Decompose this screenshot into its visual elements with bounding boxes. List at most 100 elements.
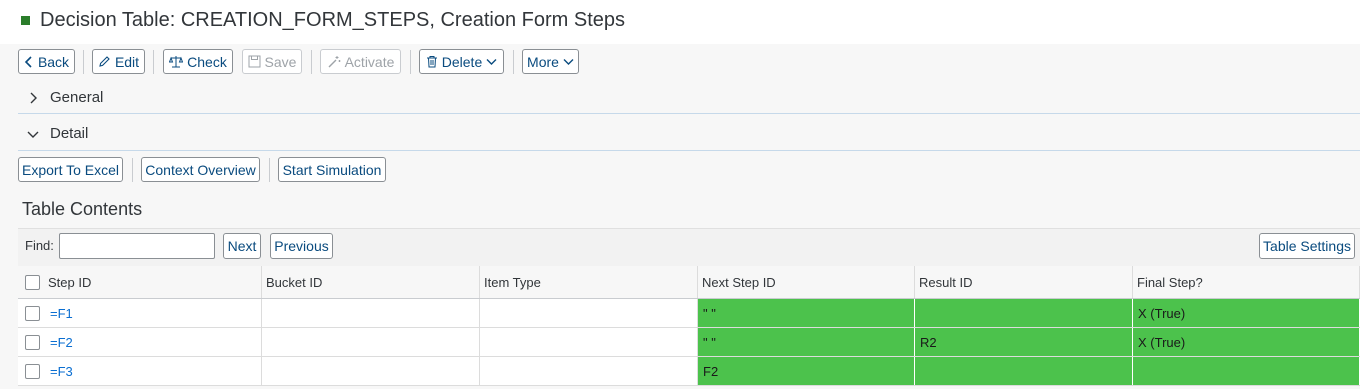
chevron-down-icon (486, 58, 497, 65)
next-button[interactable]: Next (223, 233, 261, 259)
table-cell[interactable]: =F2 (18, 328, 262, 356)
status-marker-icon (21, 16, 30, 25)
column-header[interactable]: Item Type (480, 266, 698, 298)
table-settings-label: Table Settings (1263, 238, 1351, 254)
step-id-link[interactable]: =F3 (50, 364, 73, 379)
chevron-down-icon (27, 131, 39, 138)
check-button[interactable]: Check (163, 49, 233, 74)
row-select-checkbox[interactable] (25, 334, 40, 350)
table-cell[interactable] (480, 328, 698, 356)
select-all-checkbox[interactable] (25, 274, 40, 290)
step-id-link[interactable]: =F1 (50, 306, 73, 321)
export-label: Export To Excel (22, 161, 120, 178)
edit-label: Edit (114, 53, 140, 70)
divider (18, 150, 1360, 151)
column-header-label: Result ID (919, 274, 973, 290)
edit-button[interactable]: Edit (92, 49, 145, 74)
magic-wand-icon (328, 55, 341, 67)
toolbar-separator (513, 50, 514, 74)
column-header[interactable]: Bucket ID (262, 266, 480, 298)
back-label: Back (37, 53, 70, 70)
cell-value: X (True) (1138, 305, 1186, 321)
column-header[interactable]: Next Step ID (698, 266, 915, 298)
cell-value: " " (703, 305, 716, 321)
table-title: Table Contents (22, 199, 143, 219)
section-detail-label: Detail (50, 125, 89, 142)
table-cell[interactable]: R2 (915, 328, 1133, 356)
table-cell[interactable]: =F3 (18, 357, 262, 385)
decision-table: Step ID Bucket ID Item Type Next Step ID Res… (18, 266, 1360, 389)
table-cell[interactable] (1133, 357, 1360, 385)
table-header-row: Step ID Bucket ID Item Type Next Step ID Res… (18, 266, 1360, 299)
cell-value: X (True) (1138, 334, 1186, 350)
column-header[interactable]: Step ID (18, 266, 262, 298)
find-label: Find: (25, 238, 54, 253)
table-cell[interactable]: " " (698, 299, 915, 327)
column-header[interactable]: Final Step? (1133, 266, 1360, 298)
context-label: Context Overview (145, 161, 256, 178)
previous-button[interactable]: Previous (270, 233, 333, 259)
table-cell[interactable] (915, 299, 1133, 327)
toolbar-separator (153, 50, 154, 74)
table-cell[interactable]: X (True) (1133, 328, 1360, 356)
cell-value: R2 (920, 334, 937, 350)
back-button[interactable]: Back (18, 49, 75, 74)
save-button[interactable]: Save (242, 49, 302, 74)
table-cell[interactable] (262, 299, 480, 327)
table-row[interactable]: =F1 " " X (True) (18, 299, 1360, 328)
table-row[interactable]: =F3 F2 (18, 357, 1360, 386)
column-header-label: Item Type (484, 274, 541, 290)
trash-icon (426, 56, 437, 68)
table-cell[interactable]: =F1 (18, 299, 262, 327)
cell-value: " " (703, 334, 716, 350)
toolbar-separator (410, 50, 411, 74)
table-toolbar (18, 228, 1360, 266)
chevron-left-icon (24, 55, 32, 68)
row-select-checkbox[interactable] (25, 363, 40, 379)
delete-label: Delete (441, 53, 483, 70)
more-button[interactable]: More (522, 49, 579, 74)
step-id-link[interactable]: =F2 (50, 335, 73, 350)
chevron-right-icon (30, 92, 37, 103)
section-general[interactable]: General (18, 80, 1360, 115)
table-cell[interactable] (262, 328, 480, 356)
title-bar: Decision Table: CREATION_FORM_STEPS, Cre… (0, 0, 1360, 44)
export-to-excel-button[interactable]: Export To Excel (18, 157, 123, 182)
column-header-label: Step ID (48, 274, 92, 290)
table-row[interactable]: =F2 " " R2 X (True) (18, 328, 1360, 357)
column-header-label: Bucket ID (266, 274, 323, 290)
column-header-label: Final Step? (1137, 274, 1203, 290)
toolbar-separator (83, 50, 84, 74)
divider (18, 113, 1360, 114)
delete-button[interactable]: Delete (419, 49, 504, 74)
start-simulation-button[interactable]: Start Simulation (278, 157, 386, 182)
simulation-label: Start Simulation (282, 161, 382, 178)
page-title: Decision Table: CREATION_FORM_STEPS, Cre… (40, 9, 625, 31)
table-cell[interactable] (915, 357, 1133, 385)
table-cell[interactable]: " " (698, 328, 915, 356)
table-cell[interactable] (480, 299, 698, 327)
toolbar-separator (132, 158, 133, 182)
scale-icon (169, 55, 184, 67)
table-cell[interactable] (480, 357, 698, 385)
more-label: More (527, 53, 559, 70)
table-cell[interactable] (262, 357, 480, 385)
previous-label: Previous (274, 238, 329, 254)
pencil-icon (99, 56, 110, 67)
table-cell[interactable]: X (True) (1133, 299, 1360, 327)
floppy-disk-icon (248, 55, 261, 68)
toolbar-separator (269, 158, 270, 182)
activate-label: Activate (344, 53, 395, 70)
column-header[interactable]: Result ID (915, 266, 1133, 298)
section-detail[interactable]: Detail (18, 116, 1360, 151)
save-label: Save (264, 53, 297, 70)
row-select-checkbox[interactable] (25, 305, 40, 321)
table-settings-button[interactable]: Table Settings (1259, 233, 1355, 259)
find-input[interactable] (59, 233, 215, 259)
table-cell[interactable]: F2 (698, 357, 915, 385)
section-general-label: General (50, 89, 104, 106)
activate-button[interactable]: Activate (320, 49, 401, 74)
column-header-label: Next Step ID (702, 274, 776, 290)
context-overview-button[interactable]: Context Overview (141, 157, 260, 182)
toolbar-separator (311, 50, 312, 74)
